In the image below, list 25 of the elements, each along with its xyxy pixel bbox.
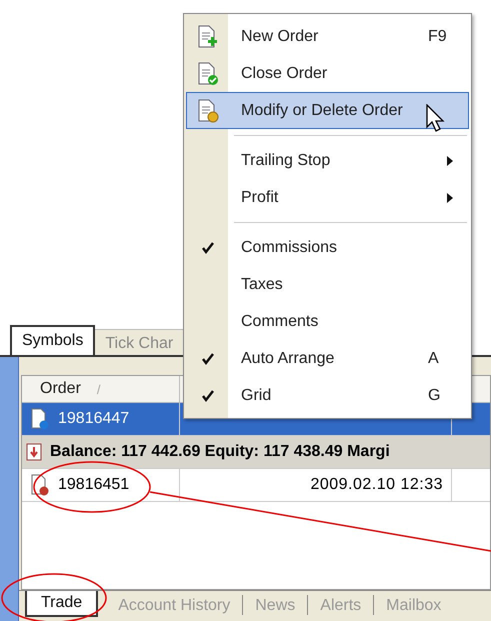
menu-item[interactable]: Comments	[186, 303, 469, 340]
menu-item[interactable]: Trailing Stop	[186, 142, 469, 179]
menu-item[interactable]: Taxes	[186, 266, 469, 303]
menu-item[interactable]: New Order F9	[186, 18, 469, 55]
tab[interactable]: Trade	[25, 591, 98, 617]
column-header[interactable]: Order /	[22, 376, 180, 402]
order-icon	[30, 408, 50, 430]
balance-summary: Balance: 117 442.69 Equity: 117 438.49 Margi	[50, 443, 390, 461]
document-icon	[197, 62, 219, 86]
table-cell: 19816447	[22, 403, 180, 435]
tab[interactable]: Symbols	[10, 325, 96, 355]
menu-item[interactable]: Grid G	[186, 377, 469, 414]
document-icon	[197, 24, 219, 48]
table-cell: 2009.02.10 12:33	[180, 469, 452, 501]
menu-item[interactable]: Auto Arrange A	[186, 340, 469, 377]
menu-item[interactable]: Profit	[186, 179, 469, 216]
menu-item[interactable]: Close Order	[186, 55, 469, 92]
document-icon	[197, 98, 219, 122]
submenu-arrow-icon	[446, 192, 454, 202]
table-cell: 19816451	[22, 469, 180, 501]
mouse-pointer-icon	[426, 104, 446, 134]
menu-item[interactable]: Commissions	[186, 229, 469, 266]
balance-icon	[26, 443, 42, 461]
menu-item[interactable]: Modify or Delete Order	[186, 92, 469, 129]
submenu-arrow-icon	[446, 156, 454, 166]
